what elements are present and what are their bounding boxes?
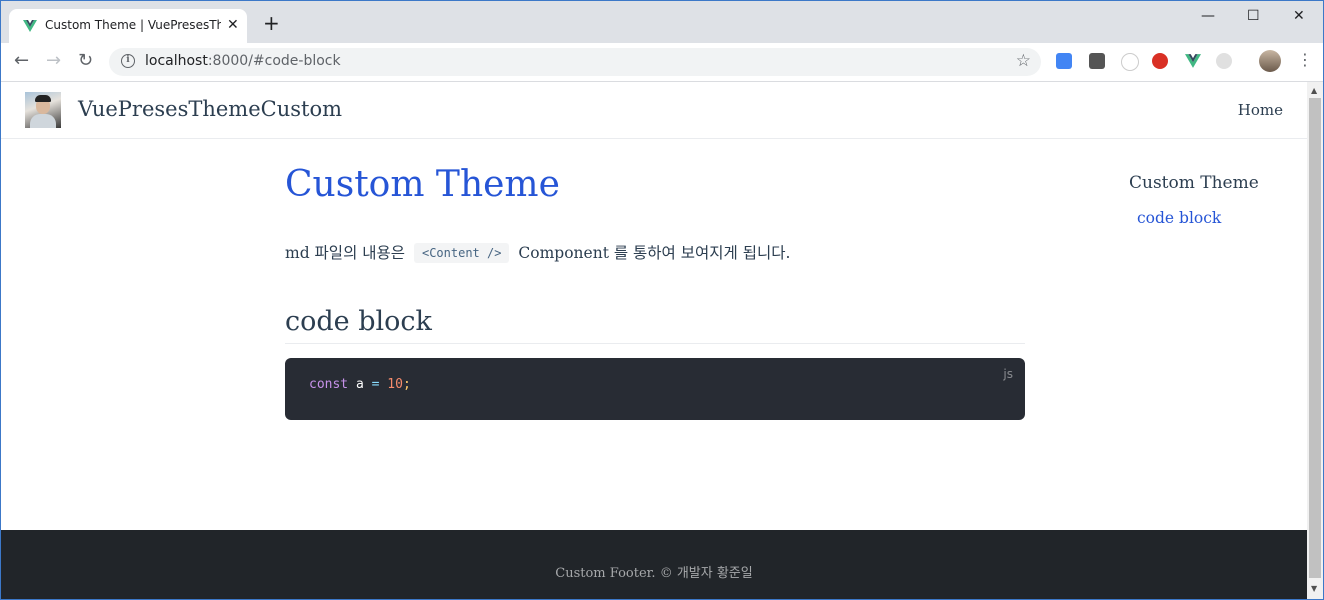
reload-icon[interactable]: ↻ — [78, 51, 93, 71]
site-info-icon[interactable]: i — [121, 54, 135, 68]
profile-avatar[interactable] — [1259, 50, 1281, 72]
maximize-icon[interactable]: ☐ — [1247, 7, 1260, 25]
code-language-label: js — [1003, 367, 1013, 381]
heading-divider — [285, 343, 1025, 344]
scrollbar[interactable]: ▲ ▼ — [1307, 82, 1323, 599]
site-title[interactable]: VuePresesThemeCustom — [78, 97, 342, 121]
site-logo[interactable] — [25, 92, 61, 128]
browser-toolbar: ← → ↻ i localhost:8000/#code-block ☆ ⋮ — [1, 43, 1323, 82]
back-arrow-icon[interactable]: ← — [14, 51, 29, 71]
minimize-icon[interactable]: — — [1201, 7, 1215, 25]
new-tab-icon[interactable]: + — [263, 13, 280, 33]
react-devtools-icon[interactable] — [1121, 53, 1139, 71]
google-translate-icon[interactable] — [1056, 53, 1072, 69]
tab-close-icon[interactable]: ✕ — [227, 17, 239, 33]
page-title: Custom Theme — [285, 164, 560, 205]
tab-title: Custom Theme | VuePresesThemeCustom — [45, 18, 221, 32]
site-header: VuePresesThemeCustom Home — [1, 82, 1307, 139]
browser-tab[interactable]: Custom Theme | VuePresesThemeCustom ✕ — [9, 9, 247, 43]
paragraph-text-after: Component 를 통하여 보여지게 됩니다. — [518, 244, 791, 262]
close-window-icon[interactable]: ✕ — [1293, 7, 1305, 25]
tab-strip: Custom Theme | VuePresesThemeCustom ✕ + … — [1, 1, 1323, 43]
forward-arrow-icon[interactable]: → — [46, 51, 61, 71]
inline-code: <Content /> — [413, 243, 510, 263]
address-bar[interactable]: i localhost:8000/#code-block ☆ — [109, 48, 1041, 76]
toc-title[interactable]: Custom Theme — [1129, 173, 1259, 193]
intro-paragraph: md 파일의 내용은 <Content /> Component 를 통하여 보… — [285, 241, 790, 263]
code-block: const a = 10; js — [285, 358, 1025, 420]
site-footer: Custom Footer. © 개발자 황준일 — [1, 530, 1307, 599]
yab-icon[interactable] — [1152, 53, 1168, 69]
bookmark-star-icon[interactable]: ☆ — [1016, 51, 1031, 71]
scroll-down-arrow-icon[interactable]: ▼ — [1311, 584, 1317, 593]
instapaper-icon[interactable] — [1089, 53, 1105, 69]
section-heading: code block — [285, 306, 432, 337]
globe-icon[interactable] — [1216, 53, 1232, 69]
browser-window: Custom Theme | VuePresesThemeCustom ✕ + … — [0, 0, 1324, 600]
vue-devtools-icon[interactable] — [1185, 53, 1201, 69]
paragraph-text-before: md 파일의 내용은 — [285, 244, 406, 262]
menu-kebab-icon[interactable]: ⋮ — [1297, 51, 1313, 69]
scroll-thumb[interactable] — [1309, 98, 1321, 578]
code-line: const a = 10; — [309, 377, 411, 392]
vue-logo-icon — [23, 20, 37, 32]
nav-link-home[interactable]: Home — [1238, 101, 1283, 119]
scroll-up-arrow-icon[interactable]: ▲ — [1311, 86, 1317, 95]
toc-item-code-block[interactable]: code block — [1137, 209, 1221, 227]
url-text[interactable]: localhost:8000/#code-block — [145, 53, 341, 69]
footer-text: Custom Footer. © 개발자 황준일 — [555, 566, 753, 581]
page-viewport: VuePresesThemeCustom Home Custom Theme m… — [1, 82, 1307, 599]
